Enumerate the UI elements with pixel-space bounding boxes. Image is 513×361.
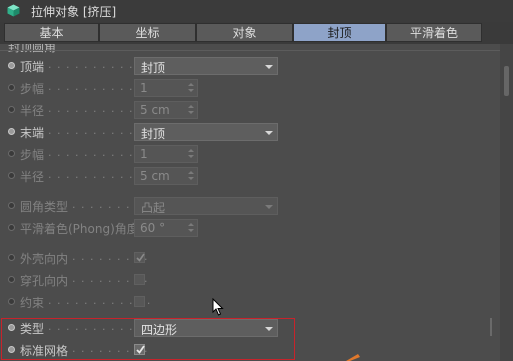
spin-down-icon[interactable] xyxy=(188,155,194,158)
fillet-type-label: 圆角类型 xyxy=(20,200,69,214)
end-radius-field[interactable]: 5 cm xyxy=(134,167,198,185)
tab-caps[interactable]: 封顶 xyxy=(293,23,386,42)
end-row: 末端 . . . . . . . . . . . . 封顶 xyxy=(0,122,500,142)
shell-inward-label: 外壳向内 xyxy=(20,252,69,266)
spin-down-icon[interactable] xyxy=(188,89,194,92)
chevron-down-icon xyxy=(265,65,273,69)
spin-up-icon[interactable] xyxy=(188,83,194,86)
tab-phong[interactable]: 平滑着色(Phong) xyxy=(386,23,482,59)
spin-up-icon[interactable] xyxy=(188,105,194,108)
hole-inward-row: 穿孔向内 . . . . . . . . . xyxy=(0,270,500,290)
top-step-value: 1 xyxy=(140,81,148,95)
end-step-label: 步幅 xyxy=(20,148,45,162)
end-cap-value: 封顶 xyxy=(141,127,166,141)
spin-down-icon[interactable] xyxy=(188,177,194,180)
hole-inward-label: 穿孔向内 xyxy=(20,274,69,288)
constrain-checkbox[interactable] xyxy=(134,296,145,307)
animate-dot-icon[interactable] xyxy=(8,106,15,113)
animate-dot-icon[interactable] xyxy=(8,84,15,91)
spin-up-icon[interactable] xyxy=(188,171,194,174)
top-radius-field[interactable]: 5 cm xyxy=(134,101,198,119)
animate-dot-icon[interactable] xyxy=(8,172,15,179)
fillet-type-value: 凸起 xyxy=(141,201,166,215)
checkmark-icon xyxy=(136,253,145,262)
attributes-panel: 封顶圆角 顶端 . . . . . . . . . . . . 封顶 步幅 . … xyxy=(0,44,500,361)
shell-inward-row: 外壳向内 . . . . . . . . . xyxy=(0,248,500,268)
tab-coordinates[interactable]: 坐标 xyxy=(99,23,196,42)
fillet-type-dropdown[interactable]: 凸起 xyxy=(134,197,278,215)
orange-marker-icon xyxy=(346,354,360,361)
section-divider xyxy=(0,50,500,51)
animate-dot-icon[interactable] xyxy=(8,224,15,231)
top-cap-dropdown[interactable]: 封顶 xyxy=(134,57,278,75)
window-title: 拉伸对象 [挤压] xyxy=(31,5,117,19)
animate-dot-icon[interactable] xyxy=(8,150,15,157)
phong-angle-row: 平滑着色(Phong)角度 60 ° xyxy=(0,218,500,238)
top-step-row: 步幅 . . . . . . . . . . . . 1 xyxy=(0,78,500,98)
end-radius-row: 半径 . . . . . . . . . . . . 5 cm xyxy=(0,166,500,186)
end-step-value: 1 xyxy=(140,147,148,161)
animate-dot-icon[interactable] xyxy=(8,298,15,305)
tab-object[interactable]: 对象 xyxy=(196,23,293,42)
end-cap-dropdown[interactable]: 封顶 xyxy=(134,123,278,141)
animate-dot-icon[interactable] xyxy=(8,128,15,135)
top-row: 顶端 . . . . . . . . . . . . 封顶 xyxy=(0,56,500,76)
phong-angle-label: 平滑着色(Phong)角度 xyxy=(20,222,139,236)
highlight-box xyxy=(1,318,295,360)
fillet-type-row: 圆角类型 . . . . . . . . . 凸起 xyxy=(0,196,500,216)
cube-object-icon xyxy=(7,4,20,17)
title-bar: 拉伸对象 [挤压] xyxy=(0,0,513,22)
chevron-down-icon xyxy=(265,131,273,135)
constrain-row: 约束 . . . . . . . . . . . . xyxy=(0,292,500,312)
end-radius-value: 5 cm xyxy=(140,169,170,183)
animate-dot-icon[interactable] xyxy=(8,276,15,283)
hole-inward-checkbox[interactable] xyxy=(134,274,145,285)
spin-up-icon[interactable] xyxy=(188,149,194,152)
mouse-cursor-icon xyxy=(212,298,224,316)
top-radius-label: 半径 xyxy=(20,104,45,118)
end-radius-label: 半径 xyxy=(20,170,45,184)
phong-angle-value: 60 ° xyxy=(140,221,166,235)
scroll-mark xyxy=(490,318,492,336)
constrain-label: 约束 xyxy=(20,296,45,310)
animate-dot-icon[interactable] xyxy=(8,254,15,261)
scroll-thumb[interactable] xyxy=(504,66,509,96)
spin-up-icon[interactable] xyxy=(188,223,194,226)
tab-bar: 基本 坐标 对象 封顶 平滑着色(Phong) xyxy=(0,22,513,59)
top-label: 顶端 xyxy=(20,60,45,74)
phong-angle-field[interactable]: 60 ° xyxy=(134,219,198,237)
spin-down-icon[interactable] xyxy=(188,111,194,114)
top-cap-value: 封顶 xyxy=(141,61,166,75)
top-radius-row: 半径 . . . . . . . . . . . . 5 cm xyxy=(0,100,500,120)
end-label: 末端 xyxy=(20,126,45,140)
end-step-field[interactable]: 1 xyxy=(134,145,198,163)
shell-inward-checkbox[interactable] xyxy=(134,252,145,263)
chevron-down-icon xyxy=(265,205,273,209)
end-step-row: 步幅 . . . . . . . . . . . . 1 xyxy=(0,144,500,164)
spin-down-icon[interactable] xyxy=(188,229,194,232)
top-step-label: 步幅 xyxy=(20,82,45,96)
top-radius-value: 5 cm xyxy=(140,103,170,117)
scrollbar[interactable] xyxy=(500,44,513,361)
animate-dot-icon[interactable] xyxy=(8,62,15,69)
top-step-field[interactable]: 1 xyxy=(134,79,198,97)
tab-basic[interactable]: 基本 xyxy=(4,23,99,42)
animate-dot-icon[interactable] xyxy=(8,202,15,209)
